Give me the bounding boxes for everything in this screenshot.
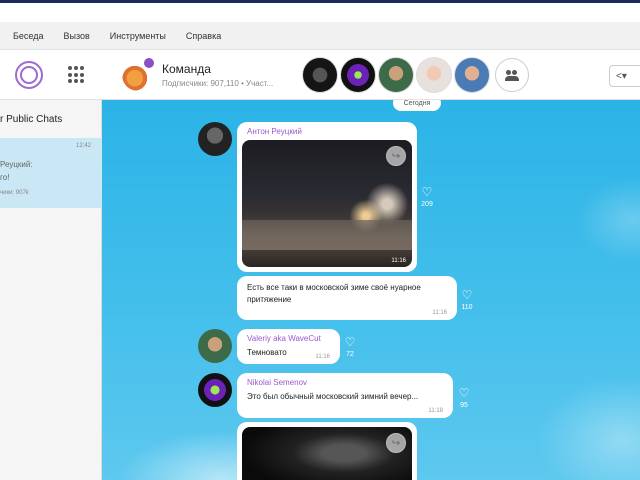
sidebar: r Public Chats 12:42 Реуцкий: го! чики: …: [0, 100, 102, 480]
sender-name[interactable]: Valeriy aka WaveCut: [247, 334, 321, 343]
message-bubble[interactable]: ↪: [237, 422, 417, 480]
message-time: 11:16: [315, 354, 330, 360]
dialpad-icon[interactable]: [68, 66, 86, 84]
member-avatar[interactable]: [302, 57, 338, 93]
left-toolbar: [0, 50, 102, 100]
chat-area[interactable]: Сегодня Антон Реуцкий ↪ 11:16 ♡ 209 Есть…: [102, 100, 640, 480]
message-photo[interactable]: ↪ 11:16: [242, 140, 412, 267]
heart-icon: ♡: [458, 386, 470, 400]
member-avatar[interactable]: [416, 57, 452, 93]
member-avatar[interactable]: [340, 57, 376, 93]
sender-avatar[interactable]: [198, 329, 232, 363]
like-button[interactable]: ♡ 72: [338, 336, 362, 358]
heart-icon: ♡: [461, 288, 473, 302]
like-button[interactable]: ♡ 209: [415, 186, 439, 208]
message-bubble[interactable]: Антон Реуцкий ↪ 11:16: [237, 122, 417, 272]
sidebar-title: r Public Chats: [0, 114, 63, 125]
message-bubble[interactable]: Nikolai Semenov Это был обычный московск…: [237, 373, 453, 418]
message-bubble[interactable]: Есть все таки в московской зиме своё нуа…: [237, 276, 457, 320]
menu-item-tools[interactable]: Инструменты: [110, 31, 166, 41]
group-subtitle: Подписчики: 907,110 • Участ...: [162, 79, 274, 88]
menu-bar: Беседа Вызов Инструменты Справка: [0, 22, 640, 50]
chat-item-sender: Реуцкий:: [0, 160, 33, 169]
member-avatar[interactable]: [454, 57, 490, 93]
members-icon: [505, 69, 519, 81]
message-time: 11:16: [432, 310, 447, 316]
chat-item-preview: го!: [0, 173, 10, 182]
message-bubble[interactable]: Valeriy aka WaveCut Темновато 11:16: [237, 329, 340, 364]
message-photo[interactable]: ↪: [242, 427, 412, 480]
group-badge-icon: [144, 58, 154, 68]
like-count: 95: [460, 402, 468, 409]
date-separator: Сегодня: [393, 100, 441, 111]
like-button[interactable]: ♡ 110: [455, 289, 479, 311]
sender-avatar[interactable]: [198, 373, 232, 407]
chat-list-item[interactable]: 12:42 Реуцкий: го! чики: 907k: [0, 138, 102, 208]
share-icon: <▾: [616, 70, 627, 82]
title-bar: [0, 0, 640, 22]
heart-icon: ♡: [421, 185, 433, 199]
message-time: 11:16: [391, 258, 406, 264]
menu-item-conversation[interactable]: Беседа: [13, 31, 43, 41]
menu-item-call[interactable]: Вызов: [63, 31, 89, 41]
chats-icon[interactable]: [15, 61, 43, 89]
message-text: Темновато: [247, 348, 287, 357]
forward-icon[interactable]: ↪: [386, 433, 406, 453]
heart-icon: ♡: [344, 335, 356, 349]
member-avatar[interactable]: [378, 57, 414, 93]
menu-item-help[interactable]: Справка: [186, 31, 221, 41]
message-text: Это был обычный московский зимний вечер.…: [247, 392, 419, 401]
chat-item-time: 12:42: [75, 143, 91, 149]
sender-name[interactable]: Антон Реуцкий: [247, 127, 302, 136]
message-time: 11:18: [428, 408, 443, 414]
like-button[interactable]: ♡ 95: [452, 387, 476, 409]
like-count: 110: [461, 304, 473, 311]
members-button[interactable]: [495, 58, 529, 92]
group-name[interactable]: Команда: [162, 62, 211, 76]
sender-name[interactable]: Nikolai Semenov: [247, 378, 307, 387]
chat-header: Команда Подписчики: 907,110 • Участ... <…: [102, 50, 640, 100]
share-button[interactable]: <▾: [609, 65, 640, 87]
sender-avatar[interactable]: [198, 122, 232, 156]
forward-icon[interactable]: ↪: [386, 146, 406, 166]
chat-item-subscribers: чики: 907k: [0, 190, 29, 196]
like-count: 209: [421, 201, 433, 208]
like-count: 72: [346, 351, 354, 358]
message-text: Есть все таки в московской зиме своё нуа…: [247, 283, 421, 304]
